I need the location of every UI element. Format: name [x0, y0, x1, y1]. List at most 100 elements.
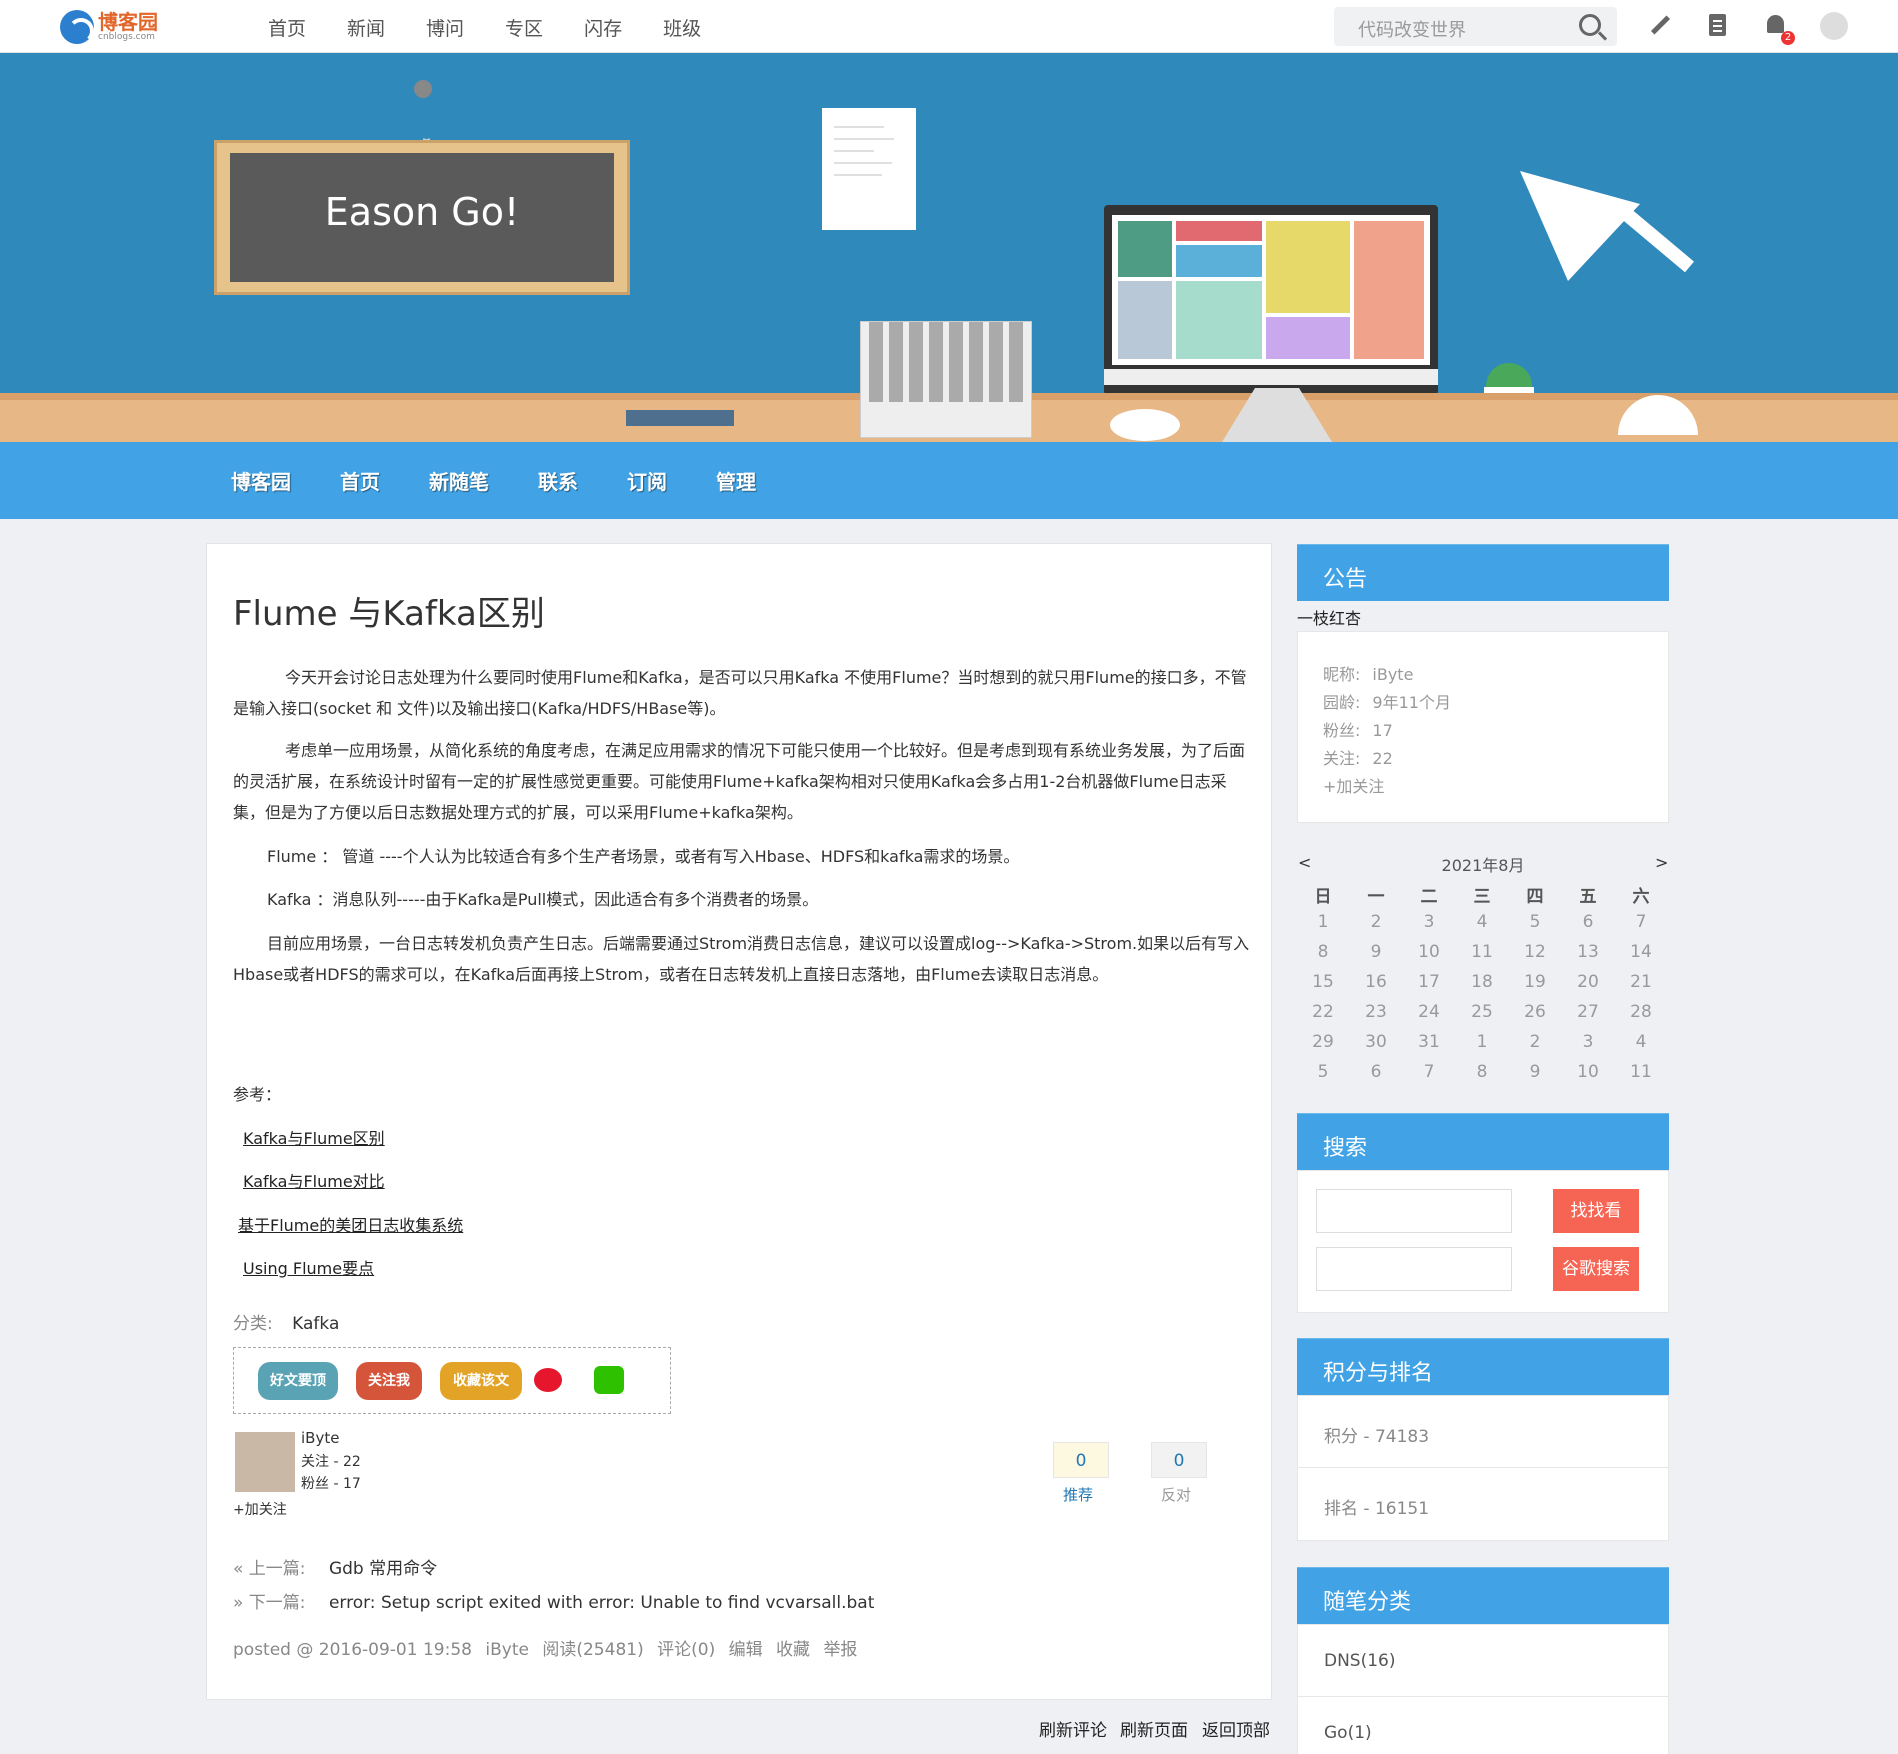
search-icon[interactable]: [1579, 14, 1601, 36]
pencil-icon[interactable]: [1648, 14, 1672, 38]
profile-age-value[interactable]: 9年11个月: [1372, 693, 1451, 712]
refresh-page-link[interactable]: 刷新页面: [1120, 1716, 1188, 1741]
calendar-day[interactable]: 28: [1621, 1002, 1661, 1022]
calendar-day[interactable]: 11: [1462, 942, 1502, 962]
calendar-day[interactable]: 23: [1356, 1002, 1396, 1022]
document-icon[interactable]: [1706, 14, 1730, 38]
posted-comments[interactable]: 评论(0): [657, 1640, 715, 1660]
nav-class[interactable]: 班级: [663, 14, 701, 41]
user-avatar[interactable]: [1820, 12, 1848, 40]
calendar-day[interactable]: 10: [1568, 1062, 1608, 1082]
follow-button[interactable]: 关注我: [356, 1362, 422, 1400]
calendar-day[interactable]: 21: [1621, 972, 1661, 992]
calendar-day[interactable]: 12: [1515, 942, 1555, 962]
calendar-day[interactable]: 3: [1409, 912, 1449, 932]
edit-link[interactable]: 编辑: [729, 1640, 763, 1660]
profile-following-value[interactable]: 22: [1372, 749, 1392, 768]
calendar-day[interactable]: 8: [1303, 942, 1343, 962]
nav-flash[interactable]: 闪存: [584, 14, 622, 41]
nav-home[interactable]: 首页: [268, 14, 306, 41]
calendar-day[interactable]: 5: [1303, 1062, 1343, 1082]
calendar-day[interactable]: 13: [1568, 942, 1608, 962]
cnblogs-logo[interactable]: 博客园 cnblogs.com: [60, 9, 158, 45]
author-name[interactable]: iByte: [301, 1429, 339, 1447]
ref-link[interactable]: Using Flume要点: [243, 1255, 374, 1279]
calendar-day[interactable]: 2: [1356, 912, 1396, 932]
oppose-count[interactable]: 0: [1151, 1442, 1207, 1478]
category-item[interactable]: DNS(16): [1297, 1624, 1669, 1697]
favorite-button[interactable]: 收藏该文: [440, 1362, 522, 1400]
calendar-day[interactable]: 31: [1409, 1032, 1449, 1052]
profile-nickname-value[interactable]: iByte: [1372, 665, 1413, 684]
calendar-day[interactable]: 16: [1356, 972, 1396, 992]
menu-new-post[interactable]: 新随笔: [429, 466, 489, 495]
posted-author[interactable]: iByte: [485, 1640, 529, 1660]
calendar-day[interactable]: 4: [1621, 1032, 1661, 1052]
category-item[interactable]: Go(1): [1297, 1697, 1669, 1754]
calendar-day[interactable]: 27: [1568, 1002, 1608, 1022]
calendar-day[interactable]: 30: [1356, 1032, 1396, 1052]
post-title[interactable]: Flume 与Kafka区别: [233, 586, 545, 635]
recommend-count[interactable]: 0: [1053, 1442, 1109, 1478]
profile-follow-link[interactable]: +加关注: [1323, 773, 1384, 797]
calendar-day[interactable]: 17: [1409, 972, 1449, 992]
search-button[interactable]: 找找看: [1553, 1189, 1639, 1233]
back-to-top-link[interactable]: 返回顶部: [1202, 1716, 1270, 1741]
menu-subscribe[interactable]: 订阅: [627, 466, 667, 495]
report-link[interactable]: 举报: [823, 1640, 857, 1660]
calendar-day[interactable]: 11: [1621, 1062, 1661, 1082]
wechat-icon[interactable]: [594, 1366, 624, 1394]
calendar-day[interactable]: 9: [1515, 1062, 1555, 1082]
calendar-day[interactable]: 6: [1356, 1062, 1396, 1082]
author-avatar[interactable]: [235, 1432, 295, 1492]
nav-questions[interactable]: 博问: [426, 14, 464, 41]
next-post-link[interactable]: error: Setup script exited with error: U…: [329, 1593, 874, 1613]
category-link[interactable]: Kafka: [292, 1314, 339, 1334]
calendar-day[interactable]: 24: [1409, 1002, 1449, 1022]
prev-post-link[interactable]: Gdb 常用命令: [329, 1559, 437, 1579]
menu-contact[interactable]: 联系: [538, 466, 578, 495]
google-search-input[interactable]: [1316, 1247, 1512, 1291]
calendar-day[interactable]: 2: [1515, 1032, 1555, 1052]
ref-link[interactable]: Kafka与Flume对比: [243, 1168, 385, 1192]
nav-zone[interactable]: 专区: [505, 14, 543, 41]
calendar-day[interactable]: 8: [1462, 1062, 1502, 1082]
weibo-icon[interactable]: [534, 1368, 562, 1392]
calendar-day[interactable]: 20: [1568, 972, 1608, 992]
calendar-day[interactable]: 5: [1515, 912, 1555, 932]
google-search-button[interactable]: 谷歌搜索: [1553, 1247, 1639, 1291]
calendar-day[interactable]: 29: [1303, 1032, 1343, 1052]
calendar-day[interactable]: 1: [1462, 1032, 1502, 1052]
calendar-day[interactable]: 14: [1621, 942, 1661, 962]
calendar-day[interactable]: 10: [1409, 942, 1449, 962]
calendar-day[interactable]: 25: [1462, 1002, 1502, 1022]
calendar-day[interactable]: 3: [1568, 1032, 1608, 1052]
calendar-day[interactable]: 1: [1303, 912, 1343, 932]
calendar-day[interactable]: 19: [1515, 972, 1555, 992]
ref-link[interactable]: Kafka与Flume区别: [243, 1125, 385, 1149]
recommend-label[interactable]: 推荐: [1063, 1484, 1093, 1505]
calendar-day[interactable]: 15: [1303, 972, 1343, 992]
oppose-label[interactable]: 反对: [1161, 1484, 1191, 1505]
calendar-day[interactable]: 22: [1303, 1002, 1343, 1022]
calendar-day[interactable]: 18: [1462, 972, 1502, 992]
refresh-comments-link[interactable]: 刷新评论: [1039, 1716, 1107, 1741]
menu-manage[interactable]: 管理: [716, 466, 756, 495]
author-followers[interactable]: 粉丝 - 17: [301, 1473, 361, 1493]
blog-search-input[interactable]: [1316, 1189, 1512, 1233]
profile-followers-value[interactable]: 17: [1372, 721, 1392, 740]
calendar-day[interactable]: 4: [1462, 912, 1502, 932]
nav-news[interactable]: 新闻: [347, 14, 385, 41]
calendar-day[interactable]: 6: [1568, 912, 1608, 932]
calendar-next[interactable]: >: [1655, 853, 1668, 872]
good-post-button[interactable]: 好文要顶: [258, 1362, 338, 1400]
calendar-day[interactable]: 7: [1621, 912, 1661, 932]
menu-home[interactable]: 首页: [340, 466, 380, 495]
site-search-input[interactable]: 代码改变世界: [1334, 7, 1617, 46]
calendar-day[interactable]: 9: [1356, 942, 1396, 962]
calendar-day[interactable]: 26: [1515, 1002, 1555, 1022]
author-following[interactable]: 关注 - 22: [301, 1451, 361, 1471]
menu-cnblogs[interactable]: 博客园: [231, 466, 291, 495]
calendar-day[interactable]: 7: [1409, 1062, 1449, 1082]
favorite-link[interactable]: 收藏: [776, 1640, 810, 1660]
